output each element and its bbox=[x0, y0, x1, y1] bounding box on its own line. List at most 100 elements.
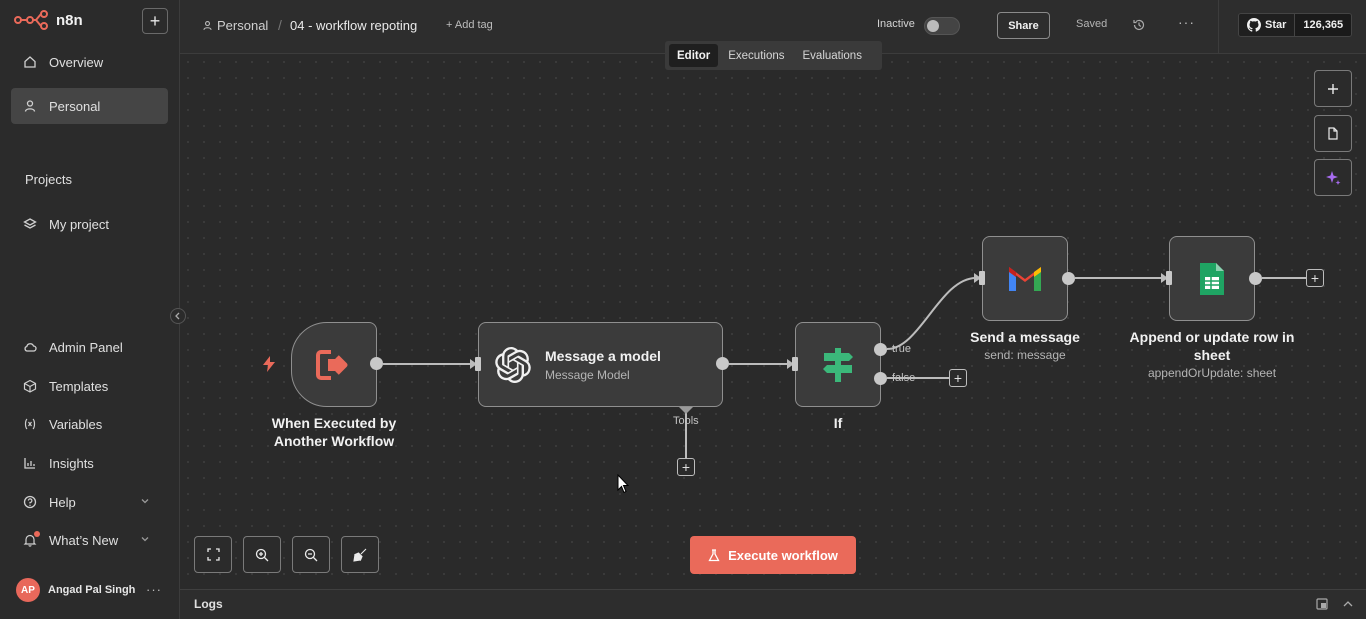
openai-title: Message a model bbox=[545, 347, 661, 364]
if-title: If bbox=[833, 415, 843, 431]
zoom-out-button[interactable] bbox=[292, 536, 330, 573]
workflow-name[interactable]: 04 - workflow repoting bbox=[290, 18, 417, 33]
user-icon bbox=[24, 100, 36, 112]
active-toggle[interactable] bbox=[924, 17, 960, 35]
node-append-or-update-row[interactable] bbox=[1169, 236, 1255, 321]
logs-panel[interactable]: Logs bbox=[180, 589, 1366, 619]
box-icon bbox=[23, 379, 37, 393]
execute-workflow-button[interactable]: Execute workflow bbox=[690, 536, 856, 574]
ai-assistant-button[interactable] bbox=[1314, 159, 1352, 196]
sidebar-item-label: Insights bbox=[49, 455, 94, 471]
sidebar-item-overview[interactable]: Overview bbox=[11, 44, 168, 80]
sidebar-item-admin-panel[interactable]: Admin Panel bbox=[11, 329, 168, 365]
logs-title: Logs bbox=[194, 597, 223, 611]
pop-out-icon[interactable] bbox=[1316, 598, 1328, 610]
sheets-title-line1: Append or update row in bbox=[1129, 329, 1295, 345]
chevron-left-icon bbox=[175, 312, 180, 320]
if-true-port[interactable] bbox=[874, 343, 887, 356]
node-message-a-model[interactable]: Message a model Message Model bbox=[478, 322, 723, 407]
user-more-icon[interactable]: ··· bbox=[146, 582, 162, 597]
sheets-input-port[interactable] bbox=[1166, 271, 1172, 285]
openai-subtitle: Message Model bbox=[545, 367, 630, 382]
tidy-up-button[interactable] bbox=[341, 536, 379, 573]
more-options-icon[interactable]: ··· bbox=[1178, 14, 1195, 30]
chevron-down-icon bbox=[141, 537, 149, 542]
add-tool-button[interactable]: + bbox=[677, 458, 695, 476]
sidebar-item-insights[interactable]: Insights bbox=[11, 445, 168, 481]
github-star-button[interactable]: Star 126,365 bbox=[1238, 13, 1353, 37]
add-tag-link[interactable]: + Add tag bbox=[446, 19, 493, 31]
node-send-a-message[interactable] bbox=[982, 236, 1068, 321]
workflow-canvas[interactable]: When Executed by Another Workflow Messag… bbox=[180, 54, 1366, 589]
add-next-node-button[interactable]: + bbox=[1306, 269, 1324, 287]
sheets-output-port[interactable] bbox=[1249, 272, 1262, 285]
tab-evaluations[interactable]: Evaluations bbox=[795, 44, 870, 67]
github-star-count: 126,365 bbox=[1294, 14, 1352, 36]
mouse-cursor-icon bbox=[617, 474, 629, 494]
avatar: AP bbox=[16, 578, 40, 602]
tab-editor[interactable]: Editor bbox=[669, 44, 719, 67]
help-icon bbox=[23, 495, 37, 509]
sidebar-item-label: My project bbox=[49, 216, 109, 232]
chevron-up-icon[interactable] bbox=[1342, 598, 1354, 610]
sidebar-item-my-project[interactable]: My project bbox=[11, 206, 168, 242]
google-sheets-icon bbox=[1200, 262, 1224, 295]
breadcrumb-project-label: Personal bbox=[217, 18, 269, 33]
saved-status: Saved bbox=[1076, 18, 1108, 30]
github-star-label: Star bbox=[1239, 14, 1295, 36]
trigger-output-port[interactable] bbox=[370, 357, 383, 370]
sheets-subtitle: appendOrUpdate: sheet bbox=[1147, 366, 1277, 380]
fullscreen-icon bbox=[206, 548, 220, 561]
tab-executions[interactable]: Executions bbox=[720, 44, 792, 67]
notification-dot bbox=[34, 531, 40, 537]
sidebar-item-help[interactable]: Help bbox=[11, 484, 168, 520]
gmail-subtitle: send: message bbox=[984, 348, 1066, 362]
history-icon[interactable] bbox=[1132, 18, 1146, 32]
gmail-input-port[interactable] bbox=[979, 271, 985, 285]
if-true-label: true bbox=[892, 343, 911, 355]
fit-view-button[interactable] bbox=[194, 536, 232, 573]
sidebar-item-templates[interactable]: Templates bbox=[11, 368, 168, 404]
sidebar-item-personal[interactable]: Personal bbox=[11, 88, 168, 124]
breadcrumb-project[interactable]: Personal bbox=[202, 18, 268, 33]
node-execute-workflow-trigger[interactable] bbox=[291, 322, 377, 407]
gmail-title: Send a message bbox=[970, 329, 1080, 345]
n8n-logo[interactable]: n8n bbox=[14, 10, 83, 30]
tools-label: Tools bbox=[673, 415, 699, 427]
broom-icon bbox=[353, 548, 367, 562]
create-button[interactable]: + bbox=[142, 8, 168, 34]
if-input-port[interactable] bbox=[792, 357, 798, 371]
sidebar-item-variables[interactable]: Variables bbox=[11, 406, 168, 442]
execute-workflow-label: Execute workflow bbox=[728, 547, 838, 563]
sheets-title: Append or update row in sheet bbox=[1112, 328, 1312, 364]
trigger-bolt-icon bbox=[263, 356, 275, 372]
openai-input-port[interactable] bbox=[475, 357, 481, 371]
sidebar-item-label: Personal bbox=[49, 98, 101, 114]
sidebar-item-label: Overview bbox=[49, 54, 104, 70]
sticky-note-button[interactable] bbox=[1314, 115, 1352, 152]
chart-icon bbox=[24, 458, 35, 469]
zoom-out-icon bbox=[304, 548, 318, 561]
collapse-sidebar-button[interactable] bbox=[170, 308, 186, 324]
trigger-title-line1: When Executed by bbox=[271, 415, 397, 431]
user-menu[interactable]: AP Angad Pal Singh bbox=[16, 578, 135, 602]
sidebar-item-whats-new[interactable]: What’s New bbox=[11, 522, 168, 558]
if-false-port[interactable] bbox=[874, 372, 887, 385]
node-if[interactable] bbox=[795, 322, 881, 407]
openai-icon bbox=[495, 346, 531, 383]
sidebar-item-label: Help bbox=[49, 494, 76, 510]
sidebar: n8n + Overview Personal Projects My proj… bbox=[0, 0, 186, 619]
view-tabs: Editor Executions Evaluations bbox=[665, 41, 882, 70]
openai-output-port[interactable] bbox=[716, 357, 729, 370]
share-button[interactable]: Share bbox=[997, 12, 1050, 39]
variable-icon bbox=[24, 418, 36, 430]
logs-actions bbox=[1316, 598, 1354, 610]
sidebar-item-label: Templates bbox=[49, 378, 109, 394]
gmail-output-port[interactable] bbox=[1062, 272, 1075, 285]
sidebar-item-label: Admin Panel bbox=[49, 339, 123, 355]
sign-out-icon bbox=[316, 349, 348, 380]
zoom-in-button[interactable] bbox=[243, 536, 281, 573]
add-false-branch-button[interactable]: + bbox=[949, 369, 967, 387]
add-node-button[interactable] bbox=[1314, 70, 1352, 107]
layers-icon bbox=[23, 218, 37, 229]
